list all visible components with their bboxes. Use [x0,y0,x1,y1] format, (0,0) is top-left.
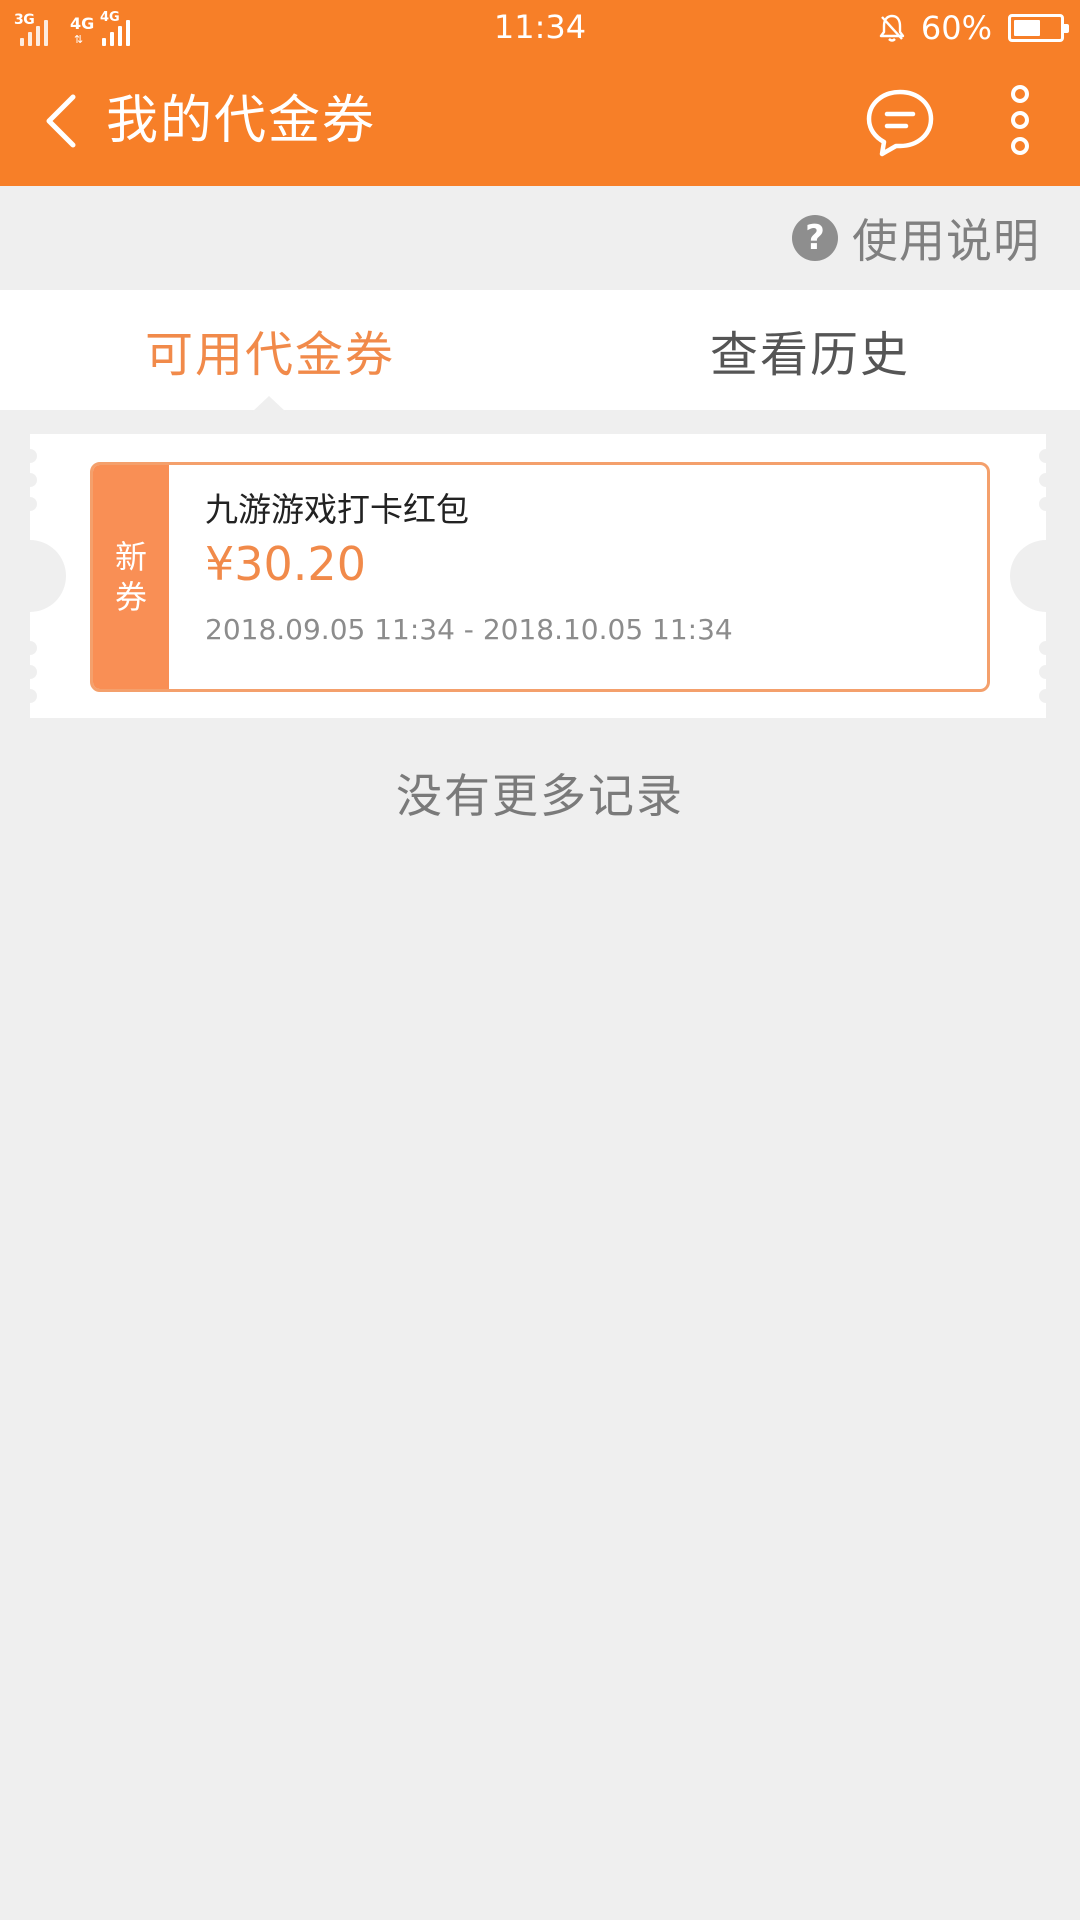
back-arrow-icon [46,94,76,148]
help-row: ? 使用说明 [0,186,1080,290]
message-button[interactable] [862,84,938,160]
coupon-amount: ¥30.20 [205,537,366,591]
new-coupon-badge: 新 券 [93,465,169,689]
status-right: 60% [875,8,1069,48]
message-icon [866,89,934,157]
battery-percent: 60% [920,9,992,47]
badge-char-2: 券 [114,578,147,616]
tab-view-history[interactable]: 查看历史 [540,290,1080,410]
coupon-body: 新 券 九游游戏打卡红包 ¥30.20 2018.09.05 11:34 - 2… [90,462,990,692]
back-button[interactable] [26,86,96,156]
battery-fill [1014,20,1040,36]
tab-bar: 可用代金券 查看历史 [0,290,1080,410]
page-title: 我的代金券 [106,91,377,151]
battery-icon [1008,14,1069,42]
active-tab-indicator [252,396,286,412]
coupon-name: 九游游戏打卡红包 [205,490,469,529]
no-more-records: 没有更多记录 [396,769,684,823]
tab-available-coupons[interactable]: 可用代金券 [0,290,540,410]
more-vertical-icon [1011,85,1029,155]
app-bar: 我的代金券 [0,56,1080,186]
badge-char-1: 新 [114,538,147,576]
coupon-validity: 2018.09.05 11:34 - 2018.10.05 11:34 [205,613,733,646]
coupon-card[interactable]: 新 券 九游游戏打卡红包 ¥30.20 2018.09.05 11:34 - 2… [30,434,1046,718]
question-icon: ? [792,215,838,261]
alarm-off-icon [879,14,905,42]
usage-instructions-label: 使用说明 [852,214,1040,268]
usage-instructions-link[interactable]: ? 使用说明 [792,210,1040,268]
more-button[interactable] [1000,82,1040,162]
status-bar: 3G 4G 4G ⇅ 11:34 60% [0,0,1080,56]
